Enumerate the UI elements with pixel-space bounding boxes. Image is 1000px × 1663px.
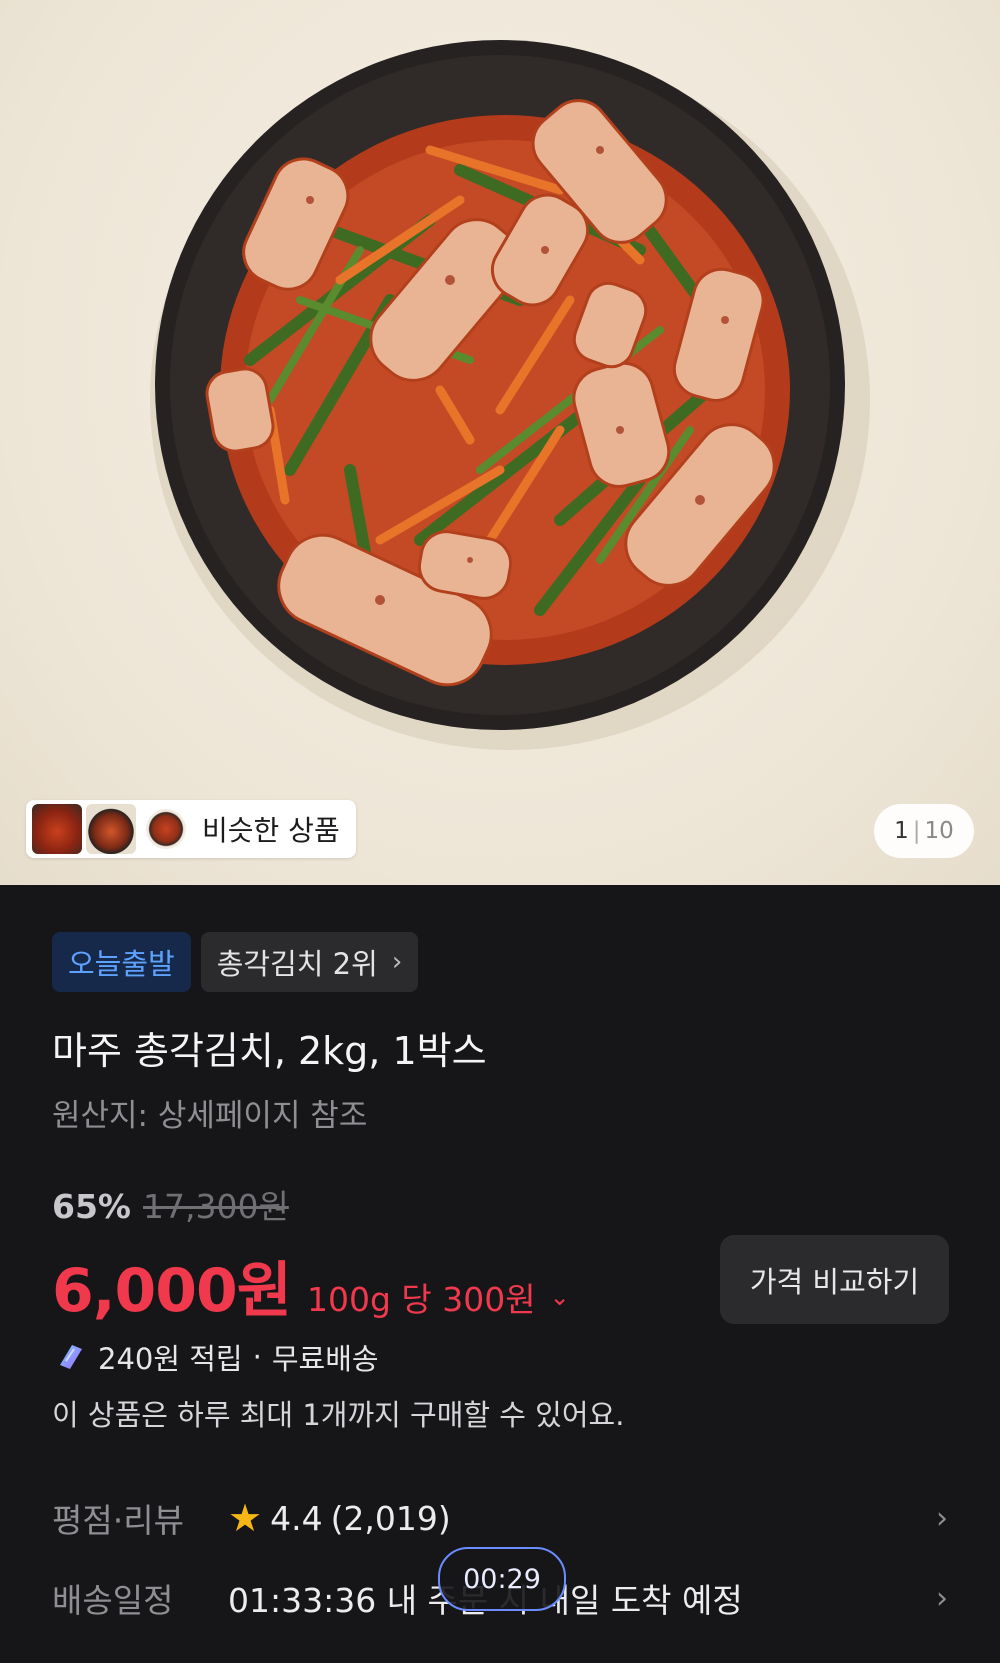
star-icon: ★ (228, 1496, 263, 1540)
kimchi-bowl-photo (150, 40, 870, 750)
total-pages: 10 (924, 818, 954, 844)
reward-shipping-row: 240원 적립 · 무료배송 (52, 1336, 379, 1378)
timer-value: 00:29 (463, 1563, 541, 1595)
page-separator: | (912, 818, 921, 844)
price-compare-button[interactable]: 가격 비교하기 (720, 1235, 949, 1324)
separator-dot: · (252, 1340, 262, 1374)
product-image-carousel[interactable]: 비슷한 상품 1 | 10 (0, 0, 1000, 885)
product-origin: 원산지: 상세페이지 참조 (52, 1098, 368, 1134)
similar-products-button[interactable]: 비슷한 상품 (26, 800, 356, 858)
similar-products-label: 비슷한 상품 (202, 814, 340, 847)
price-compare-label: 가격 비교하기 (749, 1264, 920, 1299)
floating-timer-badge: 00:29 (438, 1547, 566, 1611)
chevron-down-icon: ⌄ (549, 1283, 570, 1311)
reward-amount: 240원 적립 (98, 1342, 243, 1376)
discount-rate: 65% (52, 1187, 131, 1226)
similar-product-thumbnail (146, 809, 186, 849)
similar-product-thumbnail (32, 804, 82, 854)
unit-price-label: 100g 당 300원 (307, 1280, 536, 1319)
review-count: (2,019) (330, 1498, 451, 1538)
product-badges: 오늘출발 총각김치 2위 › (52, 932, 419, 992)
delivery-schedule-label: 배송일정 (52, 1581, 174, 1620)
rating-review-row[interactable]: 평점·리뷰 ★ 4.4 (2,019) › (52, 1488, 948, 1548)
current-page: 1 (894, 818, 909, 844)
similar-product-thumbnail (86, 804, 136, 854)
original-price: 17,300원 (143, 1187, 289, 1226)
unit-price-dropdown[interactable]: 100g 당 300원 ⌄ (307, 1273, 570, 1321)
chevron-right-icon: › (391, 947, 403, 977)
reward-cash-icon (60, 1345, 82, 1369)
product-title: 마주 총각김치, 2kg, 1박스 (52, 1029, 487, 1073)
category-rank-badge[interactable]: 총각김치 2위 › (200, 932, 419, 992)
chevron-right-icon: › (936, 1500, 948, 1536)
image-page-counter: 1 | 10 (874, 804, 974, 858)
today-departure-badge: 오늘출발 (52, 932, 191, 992)
category-rank-label: 총각김치 2위 (216, 947, 378, 981)
today-departure-label: 오늘출발 (68, 947, 175, 981)
rating-review-label: 평점·리뷰 (52, 1501, 184, 1540)
chevron-right-icon: › (936, 1580, 948, 1616)
price-row: 6,000원 100g 당 300원 ⌄ (52, 1242, 570, 1329)
rating-score: 4.4 (270, 1498, 323, 1538)
rating-value: ★ 4.4 (2,019) (228, 1496, 451, 1540)
discount-row: 65% 17,300원 (52, 1180, 289, 1228)
sale-price: 6,000원 (52, 1256, 292, 1326)
purchase-limit-note: 이 상품은 하루 최대 1개까지 구매할 수 있어요. (52, 1398, 625, 1432)
free-shipping-label: 무료배송 (271, 1342, 379, 1376)
